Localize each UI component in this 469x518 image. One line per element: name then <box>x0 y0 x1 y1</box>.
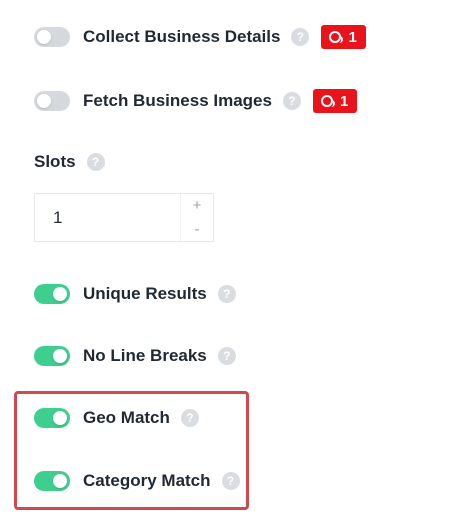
collect-business-details-row: Collect Business Details ? 1 <box>34 24 366 50</box>
toggle-knob <box>53 474 67 488</box>
toggle-knob <box>53 411 67 425</box>
slots-label: Slots <box>34 152 76 171</box>
geo-match-label: Geo Match <box>83 408 170 427</box>
unique-results-label: Unique Results <box>83 284 207 303</box>
help-icon[interactable]: ? <box>86 153 105 171</box>
stepper-controls: + - <box>180 194 213 241</box>
toggle-knob <box>37 30 51 44</box>
help-icon[interactable]: ? <box>180 409 199 427</box>
category-match-row: Category Match ? <box>34 468 240 494</box>
coin-icon <box>320 95 335 107</box>
no-line-breaks-label: No Line Breaks <box>83 346 207 365</box>
help-icon[interactable]: ? <box>291 28 310 46</box>
toggle-knob <box>53 349 67 363</box>
help-icon[interactable]: ? <box>217 347 236 365</box>
category-match-label: Category Match <box>83 471 211 490</box>
increment-button[interactable]: + <box>181 194 213 218</box>
credits-badge: 1 <box>321 25 366 49</box>
credits-badge: 1 <box>312 89 358 113</box>
credits-count: 1 <box>348 28 357 46</box>
no-line-breaks-toggle[interactable] <box>34 346 70 366</box>
no-line-breaks-row: No Line Breaks ? <box>34 343 236 369</box>
help-icon[interactable]: ? <box>221 472 240 490</box>
toggle-knob <box>53 287 67 301</box>
geo-match-row: Geo Match ? <box>34 405 199 431</box>
slots-stepper: 1 + - <box>34 193 214 242</box>
credits-count: 1 <box>339 92 349 110</box>
geo-match-toggle[interactable] <box>34 408 70 428</box>
slots-label-row: Slots ? <box>34 152 105 172</box>
fetch-business-images-label: Fetch Business Images <box>83 91 272 110</box>
unique-results-toggle[interactable] <box>34 284 70 304</box>
collect-business-details-label: Collect Business Details <box>83 27 281 46</box>
decrement-button[interactable]: - <box>181 218 213 242</box>
coin-icon <box>329 31 344 43</box>
collect-business-details-toggle[interactable] <box>34 27 70 47</box>
fetch-business-images-row: Fetch Business Images ? 1 <box>34 88 358 114</box>
slots-input[interactable]: 1 <box>35 194 180 241</box>
toggle-knob <box>37 94 51 108</box>
fetch-business-images-toggle[interactable] <box>34 91 70 111</box>
help-icon[interactable]: ? <box>217 285 236 303</box>
category-match-toggle[interactable] <box>34 471 70 491</box>
help-icon[interactable]: ? <box>282 92 301 110</box>
unique-results-row: Unique Results ? <box>34 281 236 307</box>
